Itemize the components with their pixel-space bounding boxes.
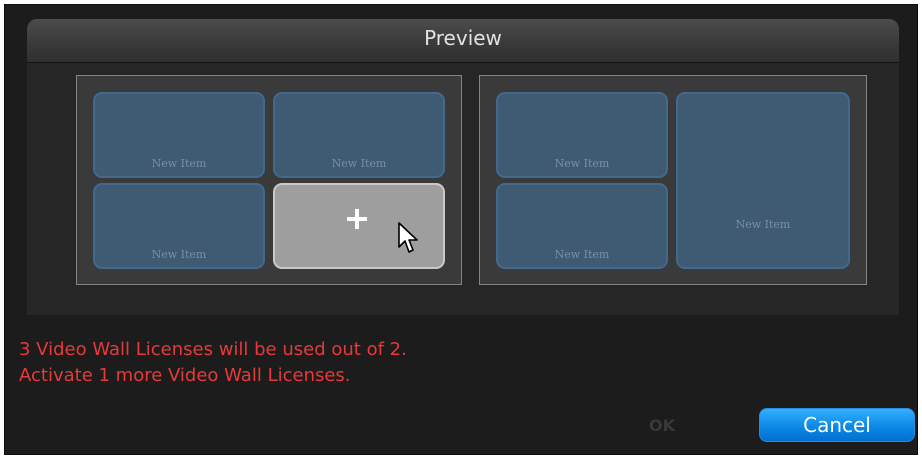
add-item-tile[interactable] <box>273 183 445 269</box>
layout-item-tile[interactable]: New Item <box>496 92 668 178</box>
layout-option-split[interactable]: New Item New Item New Item <box>479 75 867 285</box>
preview-title: Preview <box>424 26 502 50</box>
layout-item-tile[interactable]: New Item <box>496 183 668 269</box>
plus-icon <box>347 209 367 229</box>
layout-option-grid[interactable]: New Item New Item New Item <box>76 75 462 285</box>
layout-item-tile[interactable]: New Item <box>93 183 265 269</box>
ok-button[interactable]: OK <box>637 413 687 439</box>
cancel-button[interactable]: Cancel <box>759 408 915 442</box>
tile-label: New Item <box>151 157 207 170</box>
license-warning-line-2: Activate 1 more Video Wall Licenses. <box>19 365 351 386</box>
layout-item-tile[interactable]: New Item <box>676 92 850 269</box>
arrow-cursor-icon <box>398 222 418 253</box>
layout-item-tile[interactable]: New Item <box>93 92 265 178</box>
tile-label: New Item <box>554 157 610 170</box>
tile-label: New Item <box>554 248 610 261</box>
preview-group: Preview New Item New Item New Item New I… <box>27 19 899 315</box>
video-wall-dialog: Preview New Item New Item New Item New I… <box>4 4 918 455</box>
layout-item-tile[interactable]: New Item <box>273 92 445 178</box>
tile-label: New Item <box>331 157 387 170</box>
preview-header: Preview <box>27 19 899 63</box>
tile-label: New Item <box>735 218 791 231</box>
license-warning-line-1: 3 Video Wall Licenses will be used out o… <box>19 339 407 360</box>
tile-label: New Item <box>151 248 207 261</box>
